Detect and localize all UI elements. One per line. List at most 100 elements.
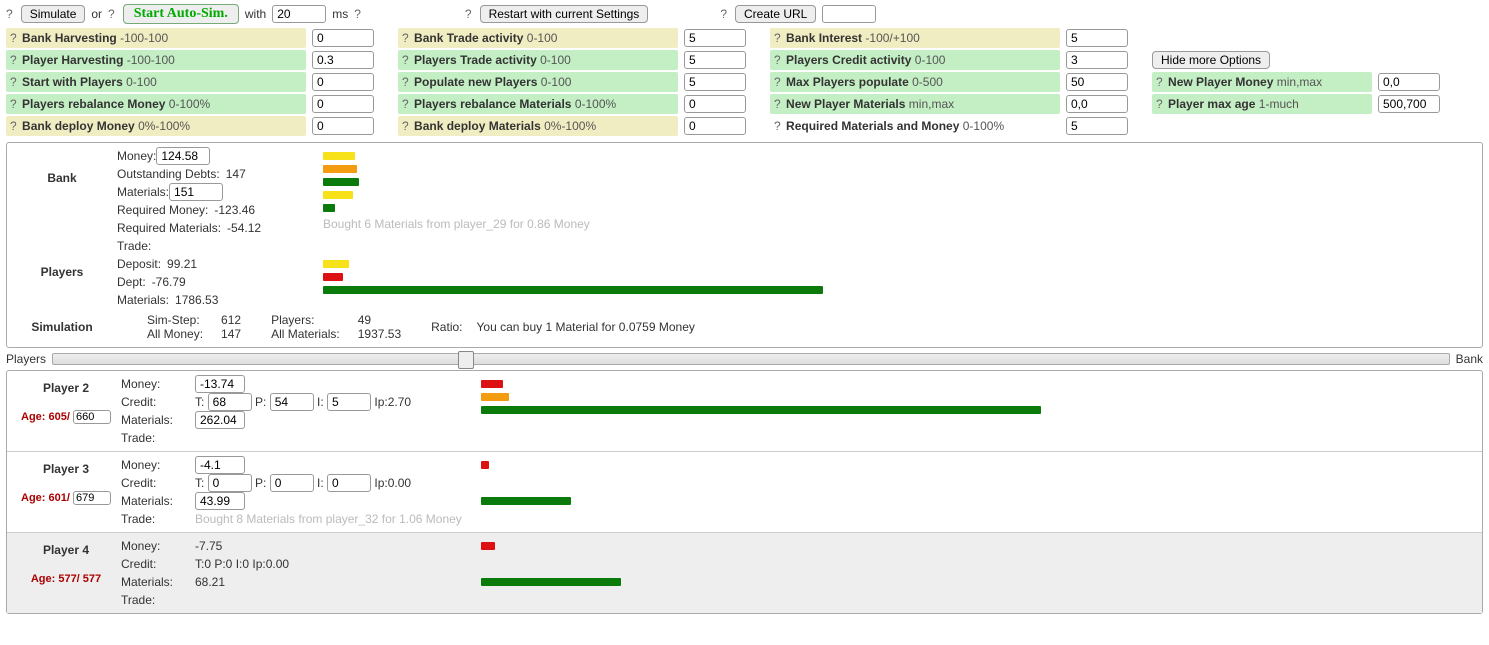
opt-input[interactable] (684, 29, 746, 47)
opt-input[interactable] (684, 117, 746, 135)
player-mat-input[interactable] (195, 492, 245, 510)
materials-label: Materials: (121, 492, 191, 510)
sim-allmat-label: All Materials: (271, 327, 340, 341)
bank-rmat-label: Required Materials: (117, 219, 221, 237)
opt-label: ? Bank deploy Money 0%-100% (6, 116, 306, 136)
help-icon[interactable]: ? (402, 119, 409, 133)
player-row: Player 3Age: 601/ Money:Credit:T: P: I: … (7, 451, 1482, 532)
help-icon[interactable]: ? (720, 7, 727, 21)
player-age: Age: 601/ (21, 492, 111, 504)
opt-input[interactable] (1378, 95, 1440, 113)
player-maxage-input[interactable] (73, 410, 111, 424)
player-age: Age: 577/ 577 (31, 573, 101, 585)
opt-label: ? Start with Players 0-100 (6, 72, 306, 92)
credit-p-input[interactable] (270, 393, 314, 411)
sim-allmat-value: 1937.53 (358, 327, 401, 341)
ms-input[interactable] (272, 5, 326, 23)
player-mat-input[interactable] (195, 411, 245, 429)
player-maxage-input[interactable] (73, 491, 111, 505)
help-icon[interactable]: ? (774, 75, 781, 89)
credit-i-input[interactable] (327, 393, 371, 411)
opt-input[interactable] (684, 95, 746, 113)
credit-p-input[interactable] (270, 474, 314, 492)
credit-i-input[interactable] (327, 474, 371, 492)
bank-od-value: 147 (226, 165, 246, 183)
opt-input[interactable] (1066, 73, 1128, 91)
hide-options-button[interactable]: Hide more Options (1152, 51, 1270, 69)
help-icon[interactable]: ? (774, 119, 781, 133)
help-icon[interactable]: ? (402, 53, 409, 67)
players-dept-value: -76.79 (152, 273, 186, 291)
help-icon[interactable]: ? (465, 7, 472, 21)
help-icon[interactable]: ? (1156, 75, 1163, 89)
opt-input[interactable] (312, 73, 374, 91)
opt-label: ? Player Harvesting -100-100 (6, 50, 306, 70)
players-dep-value: 99.21 (167, 255, 197, 273)
sim-allmoney-value: 147 (221, 327, 241, 341)
credit-t-input[interactable] (208, 474, 252, 492)
help-icon[interactable]: ? (774, 31, 781, 45)
credit-t-input[interactable] (208, 393, 252, 411)
ms-label: ms (332, 7, 348, 21)
opt-label: ? Bank Harvesting -100-100 (6, 28, 306, 48)
help-icon[interactable]: ? (10, 53, 17, 67)
materials-label: Materials: (121, 411, 191, 429)
help-icon[interactable]: ? (1156, 97, 1163, 111)
opt-label: ? Bank deploy Materials 0%-100% (398, 116, 678, 136)
player-credit-bar (481, 393, 509, 401)
opt-input[interactable] (1066, 51, 1128, 69)
sim-ratio-label: Ratio: (431, 320, 462, 334)
opt-label: ? Bank Trade activity 0-100 (398, 28, 678, 48)
help-icon[interactable]: ? (10, 97, 17, 111)
players-mat-label: Materials: (117, 291, 169, 309)
opt-label: ? Players Trade activity 0-100 (398, 50, 678, 70)
player-money-input[interactable] (195, 456, 245, 474)
opt-input[interactable] (1066, 95, 1128, 113)
help-icon[interactable]: ? (6, 7, 13, 21)
player-money-input[interactable] (195, 375, 245, 393)
credit-label: Credit: (121, 555, 191, 573)
bank-od-bar (323, 165, 357, 173)
help-icon[interactable]: ? (108, 7, 115, 21)
help-icon[interactable]: ? (774, 53, 781, 67)
trade-label: Trade: (121, 429, 191, 447)
help-icon[interactable]: ? (354, 7, 361, 21)
help-icon[interactable]: ? (10, 75, 17, 89)
opt-input[interactable] (312, 117, 374, 135)
help-icon[interactable]: ? (10, 31, 17, 45)
opt-input[interactable] (1066, 117, 1128, 135)
opt-label: ? New Player Money min,max (1152, 72, 1372, 92)
opt-label: ? Bank Interest -100/+100 (770, 28, 1060, 48)
simulate-button[interactable]: Simulate (21, 5, 86, 23)
bank-mat-bar (323, 178, 359, 186)
help-icon[interactable]: ? (402, 31, 409, 45)
money-label: Money: (121, 456, 191, 474)
opt-input[interactable] (1066, 29, 1128, 47)
or-label: or (91, 7, 102, 21)
help-icon[interactable]: ? (402, 97, 409, 111)
slider-track[interactable] (52, 353, 1450, 365)
bank-money-input[interactable] (156, 147, 210, 165)
opt-label: ? Players rebalance Money 0-100% (6, 94, 306, 114)
bank-mat-label: Materials: (117, 183, 169, 201)
opt-input[interactable] (312, 51, 374, 69)
opt-input[interactable] (312, 29, 374, 47)
opt-input[interactable] (312, 95, 374, 113)
player-name: Player 2 (11, 381, 121, 395)
create-url-button[interactable]: Create URL (735, 5, 816, 23)
sim-allmoney-label: All Money: (147, 327, 203, 341)
slider-thumb[interactable] (458, 351, 474, 369)
bank-mat-input[interactable] (169, 183, 223, 201)
bank-title: Bank (7, 147, 117, 185)
bank-money-label: Money: (117, 147, 156, 165)
start-autosim-button[interactable]: Start Auto-Sim. (123, 4, 239, 24)
players-dept-bar (323, 273, 343, 281)
restart-button[interactable]: Restart with current Settings (480, 5, 649, 23)
opt-input[interactable] (1378, 73, 1440, 91)
opt-input[interactable] (684, 73, 746, 91)
help-icon[interactable]: ? (402, 75, 409, 89)
help-icon[interactable]: ? (10, 119, 17, 133)
url-input[interactable] (822, 5, 876, 23)
opt-input[interactable] (684, 51, 746, 69)
help-icon[interactable]: ? (774, 97, 781, 111)
